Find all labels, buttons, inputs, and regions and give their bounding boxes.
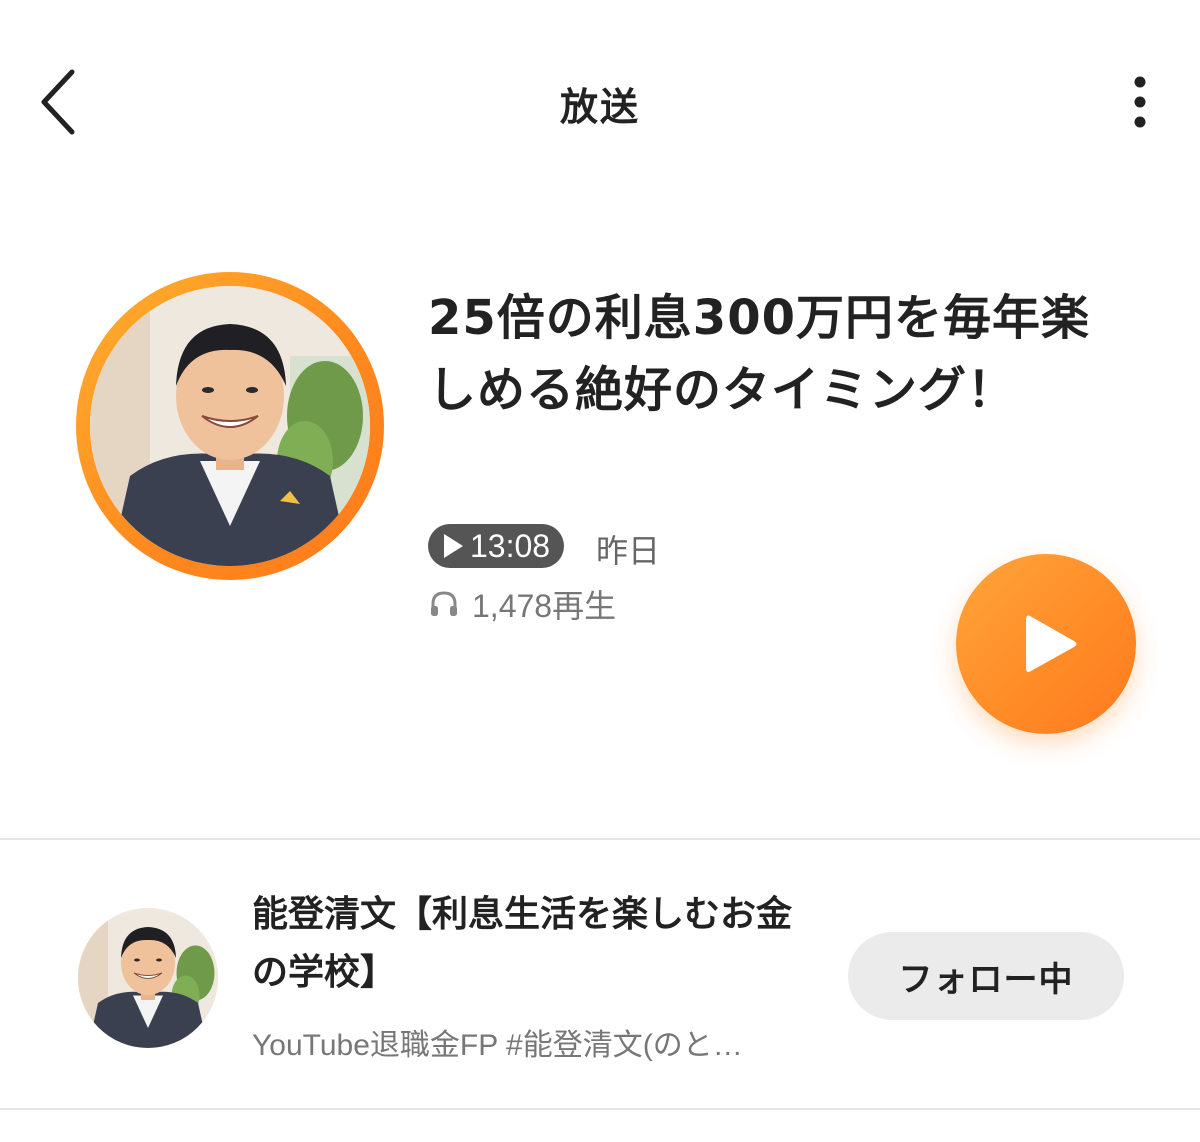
episode-title: 25倍の利息300万円を毎年楽しめる絶好のタイミング！	[428, 290, 1090, 418]
channel-avatar[interactable]	[78, 908, 218, 1048]
play-button[interactable]	[956, 554, 1136, 734]
page-title: 放送	[559, 85, 640, 129]
play-icon	[1026, 615, 1077, 672]
headphone-icon	[431, 591, 457, 616]
play-count-text: 1,478再生	[472, 588, 617, 624]
duration-text: 13:08	[470, 527, 551, 564]
follow-button[interactable]: フォロー中	[848, 932, 1124, 1020]
duration-badge: 13:08	[428, 524, 565, 568]
published-date: 昨日	[596, 532, 661, 570]
section-divider	[0, 838, 1200, 840]
play-icon	[444, 534, 463, 558]
app-header: 放送	[0, 0, 1200, 200]
host-photo	[90, 286, 370, 566]
play-count: 1,478再生	[428, 582, 616, 626]
channel-name[interactable]: 能登清文【利息生活を楽しむお金の学校】	[252, 886, 822, 1002]
more-vertical-icon	[1134, 76, 1146, 128]
bottom-divider	[0, 1108, 1200, 1110]
more-options-button[interactable]	[1118, 72, 1162, 132]
episode-artwork	[76, 272, 384, 580]
channel-description: YouTube退職金FP #能登清文(のと…	[252, 1029, 743, 1062]
